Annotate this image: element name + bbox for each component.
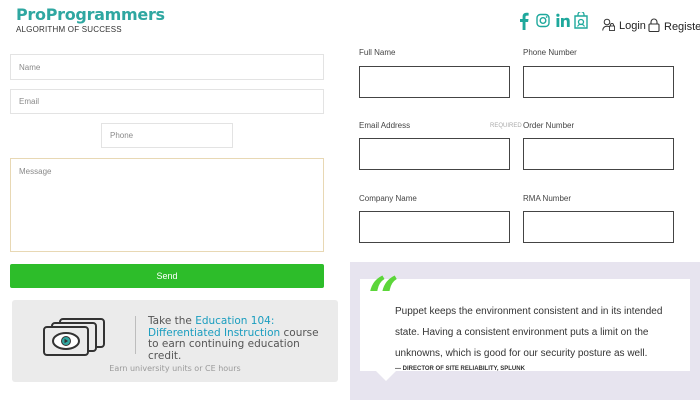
send-button[interactable]: Send bbox=[10, 264, 324, 288]
required-tag: REQUIRED bbox=[490, 123, 522, 129]
video-stack-icon bbox=[38, 317, 116, 362]
promo-footer: Earn university units or CE hours bbox=[109, 364, 241, 373]
phone-number-input[interactable] bbox=[523, 66, 674, 98]
register-label: Register bbox=[664, 20, 700, 33]
testimonial-quote: Puppet keeps the environment consistent … bbox=[395, 306, 663, 359]
name-input[interactable]: Name bbox=[10, 54, 324, 80]
bag-icon[interactable] bbox=[574, 10, 588, 34]
company-name-input[interactable] bbox=[359, 211, 510, 243]
brand-tagline: ALGORITHM OF SUCCESS bbox=[16, 25, 122, 34]
rma-number-label: RMA Number bbox=[523, 194, 572, 203]
phone-number-label: Phone Number bbox=[523, 48, 577, 57]
instagram-icon[interactable] bbox=[536, 13, 550, 33]
name-placeholder: Name bbox=[19, 62, 41, 72]
promo-text: Take the Education 104: Differentiated I… bbox=[148, 315, 328, 362]
brand-name: ProProgrammers bbox=[16, 5, 165, 24]
rma-number-input[interactable] bbox=[523, 211, 674, 243]
lock-icon bbox=[648, 18, 660, 35]
register-link[interactable]: Register bbox=[648, 18, 700, 35]
promo-line-pre: Take the bbox=[148, 315, 196, 327]
login-link[interactable]: Login bbox=[602, 18, 646, 34]
order-number-label: Order Number bbox=[523, 121, 575, 130]
testimonial-pointer bbox=[376, 371, 396, 381]
brand-logo[interactable]: ProProgrammers ALGORITHM OF SUCCESS bbox=[16, 5, 165, 34]
company-name-label: Company Name bbox=[359, 194, 417, 203]
message-textarea[interactable]: Message bbox=[10, 158, 324, 252]
phone-placeholder: Phone bbox=[110, 131, 134, 140]
email-input[interactable]: Email bbox=[10, 89, 324, 114]
email-placeholder: Email bbox=[19, 97, 40, 106]
phone-input[interactable]: Phone bbox=[101, 123, 233, 148]
full-name-label: Full Name bbox=[359, 48, 396, 57]
site-header: ProProgrammers ALGORITHM OF SUCCESS Logi… bbox=[0, 0, 700, 44]
email-address-label: Email Address bbox=[359, 121, 411, 130]
message-placeholder: Message bbox=[19, 167, 52, 176]
email-address-input[interactable] bbox=[359, 138, 510, 170]
login-label: Login bbox=[619, 20, 646, 32]
order-number-input[interactable] bbox=[523, 138, 674, 170]
promo-card[interactable]: Take the Education 104: Differentiated I… bbox=[12, 300, 338, 382]
linkedin-icon[interactable] bbox=[556, 13, 570, 33]
full-name-input[interactable] bbox=[359, 66, 510, 98]
user-icon bbox=[602, 18, 615, 34]
promo-divider bbox=[135, 316, 136, 354]
facebook-icon[interactable] bbox=[519, 12, 529, 35]
testimonial-attribution: — DIRECTOR OF SITE RELIABILITY, SPLUNK bbox=[395, 366, 525, 372]
